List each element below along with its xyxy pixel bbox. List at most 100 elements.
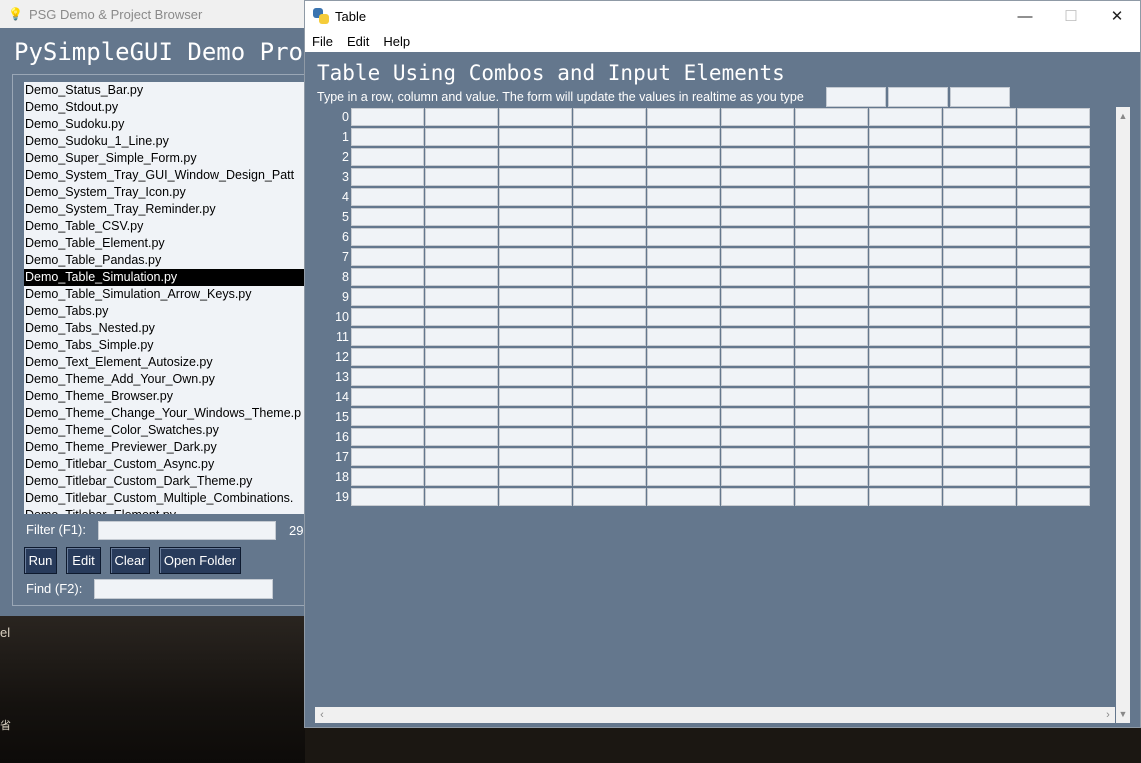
table-cell[interactable] xyxy=(795,128,868,146)
table-cell[interactable] xyxy=(647,108,720,126)
table-cell[interactable] xyxy=(425,168,498,186)
table-cell[interactable] xyxy=(573,148,646,166)
table-cell[interactable] xyxy=(425,488,498,506)
table-cell[interactable] xyxy=(647,168,720,186)
table-cell[interactable] xyxy=(499,188,572,206)
table-cell[interactable] xyxy=(721,368,794,386)
list-item[interactable]: Demo_Table_Simulation_Arrow_Keys.py xyxy=(24,286,314,303)
table-cell[interactable] xyxy=(1017,148,1090,166)
table-cell[interactable] xyxy=(1017,248,1090,266)
table-cell[interactable] xyxy=(943,348,1016,366)
table-cell[interactable] xyxy=(869,408,942,426)
table-cell[interactable] xyxy=(869,148,942,166)
table-cell[interactable] xyxy=(943,108,1016,126)
table-cell[interactable] xyxy=(573,348,646,366)
table-cell[interactable] xyxy=(869,108,942,126)
table-cell[interactable] xyxy=(647,488,720,506)
table-cell[interactable] xyxy=(721,388,794,406)
list-item[interactable]: Demo_Super_Simple_Form.py xyxy=(24,150,314,167)
list-item[interactable]: Demo_Theme_Browser.py xyxy=(24,388,314,405)
list-item[interactable]: Demo_Table_CSV.py xyxy=(24,218,314,235)
table-cell[interactable] xyxy=(499,108,572,126)
table-cell[interactable] xyxy=(647,408,720,426)
table-cell[interactable] xyxy=(499,408,572,426)
table-cell[interactable] xyxy=(425,208,498,226)
table-cell[interactable] xyxy=(1017,328,1090,346)
table-cell[interactable] xyxy=(573,428,646,446)
table-cell[interactable] xyxy=(721,268,794,286)
table-cell[interactable] xyxy=(499,288,572,306)
table-cell[interactable] xyxy=(647,188,720,206)
table-cell[interactable] xyxy=(795,108,868,126)
table-cell[interactable] xyxy=(721,408,794,426)
table-cell[interactable] xyxy=(869,268,942,286)
table-cell[interactable] xyxy=(351,368,424,386)
scroll-left-icon[interactable]: ‹ xyxy=(315,707,329,723)
table-cell[interactable] xyxy=(869,388,942,406)
menu-file[interactable]: File xyxy=(305,34,340,49)
list-item[interactable]: Demo_Sudoku.py xyxy=(24,116,314,133)
table-cell[interactable] xyxy=(573,228,646,246)
table-cell[interactable] xyxy=(721,488,794,506)
list-item[interactable]: Demo_Table_Simulation.py xyxy=(24,269,314,286)
list-item[interactable]: Demo_Status_Bar.py xyxy=(24,82,314,99)
table-cell[interactable] xyxy=(869,228,942,246)
table-cell[interactable] xyxy=(647,268,720,286)
table-cell[interactable] xyxy=(869,368,942,386)
table-cell[interactable] xyxy=(1017,408,1090,426)
table-cell[interactable] xyxy=(351,168,424,186)
table-cell[interactable] xyxy=(943,408,1016,426)
table-cell[interactable] xyxy=(351,188,424,206)
table-cell[interactable] xyxy=(795,188,868,206)
table-cell[interactable] xyxy=(351,328,424,346)
table-cell[interactable] xyxy=(573,468,646,486)
table-cell[interactable] xyxy=(573,128,646,146)
table-cell[interactable] xyxy=(943,388,1016,406)
table-cell[interactable] xyxy=(425,388,498,406)
value-input[interactable] xyxy=(950,87,1010,107)
table-cell[interactable] xyxy=(351,488,424,506)
table-cell[interactable] xyxy=(795,248,868,266)
table-cell[interactable] xyxy=(721,108,794,126)
table-cell[interactable] xyxy=(573,488,646,506)
table-cell[interactable] xyxy=(869,208,942,226)
table-cell[interactable] xyxy=(647,288,720,306)
find-input[interactable] xyxy=(94,579,273,599)
table-cell[interactable] xyxy=(573,288,646,306)
table-cell[interactable] xyxy=(351,128,424,146)
table-cell[interactable] xyxy=(351,428,424,446)
row-input[interactable] xyxy=(826,87,886,107)
list-item[interactable]: Demo_System_Tray_GUI_Window_Design_Patt xyxy=(24,167,314,184)
table-cell[interactable] xyxy=(499,348,572,366)
open-folder-button[interactable]: Open Folder xyxy=(159,547,241,574)
table-cell[interactable] xyxy=(499,268,572,286)
scroll-down-icon[interactable]: ▼ xyxy=(1116,709,1130,719)
table-cell[interactable] xyxy=(943,208,1016,226)
table-cell[interactable] xyxy=(869,168,942,186)
table-cell[interactable] xyxy=(351,108,424,126)
list-item[interactable]: Demo_System_Tray_Reminder.py xyxy=(24,201,314,218)
horizontal-scrollbar[interactable]: ‹ › xyxy=(315,707,1115,723)
table-cell[interactable] xyxy=(425,228,498,246)
maximize-button[interactable]: ☐ xyxy=(1048,1,1094,31)
table-cell[interactable] xyxy=(795,488,868,506)
table-cell[interactable] xyxy=(943,288,1016,306)
table-cell[interactable] xyxy=(795,408,868,426)
table-cell[interactable] xyxy=(499,228,572,246)
table-cell[interactable] xyxy=(351,288,424,306)
edit-button[interactable]: Edit xyxy=(66,547,101,574)
table-cell[interactable] xyxy=(1017,468,1090,486)
table-cell[interactable] xyxy=(721,428,794,446)
table-cell[interactable] xyxy=(573,108,646,126)
table-cell[interactable] xyxy=(1017,368,1090,386)
table-cell[interactable] xyxy=(1017,428,1090,446)
table-cell[interactable] xyxy=(1017,348,1090,366)
list-item[interactable]: Demo_Theme_Change_Your_Windows_Theme.p xyxy=(24,405,314,422)
vertical-scrollbar[interactable]: ▲ ▼ xyxy=(1116,107,1130,723)
table-cell[interactable] xyxy=(499,148,572,166)
table-cell[interactable] xyxy=(721,228,794,246)
table-cell[interactable] xyxy=(943,268,1016,286)
table-cell[interactable] xyxy=(1017,108,1090,126)
table-cell[interactable] xyxy=(425,408,498,426)
table-cell[interactable] xyxy=(721,168,794,186)
